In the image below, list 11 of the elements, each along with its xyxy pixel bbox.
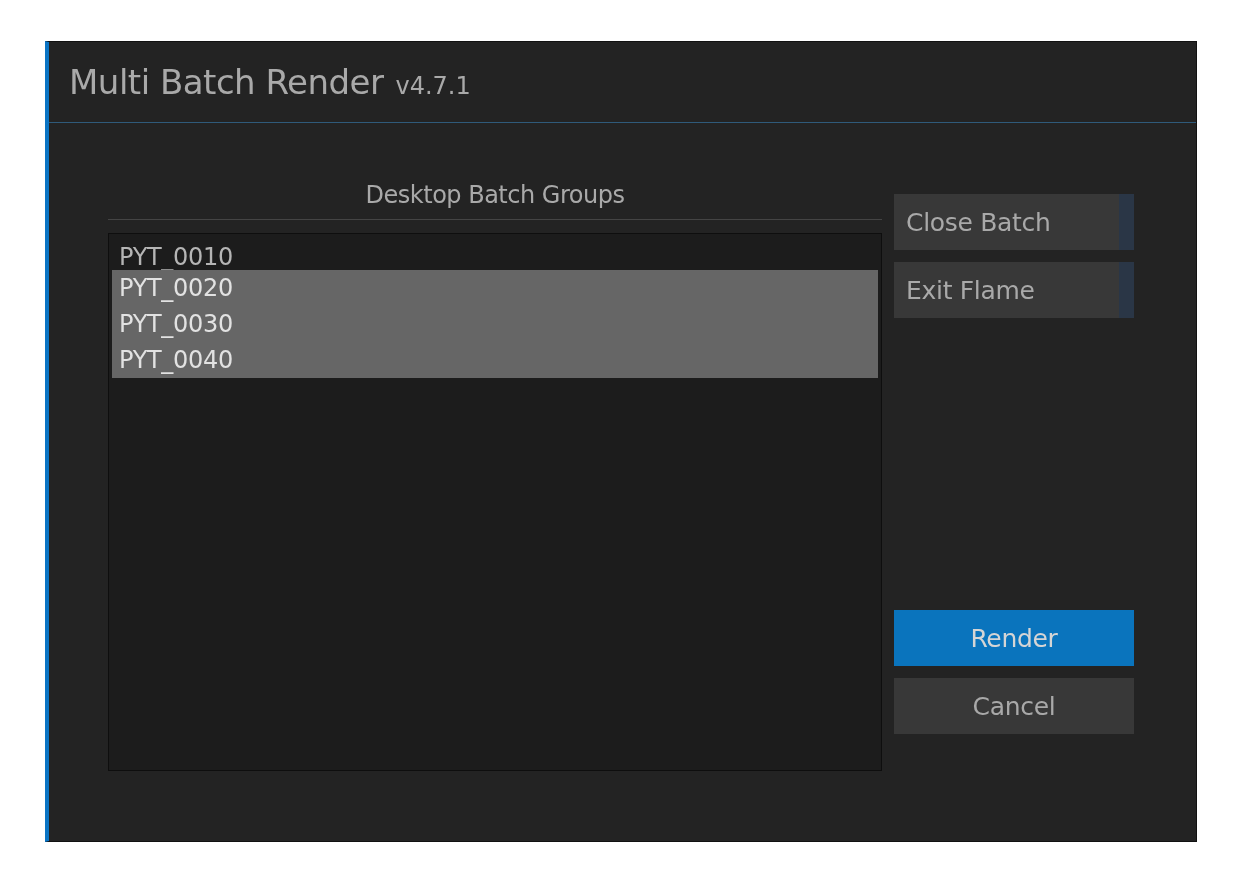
list-item[interactable]: PYT_0040 — [112, 342, 878, 378]
option-button[interactable]: Close Batch — [894, 194, 1134, 250]
option-button[interactable]: Exit Flame — [894, 262, 1134, 318]
render-button[interactable]: Render — [894, 610, 1134, 666]
version-label: v4.7.1 — [395, 72, 471, 100]
window-title: Multi Batch Render — [69, 62, 384, 102]
list-item[interactable]: PYT_0010 — [112, 237, 878, 270]
list-heading: Desktop Batch Groups — [108, 181, 882, 220]
cancel-button[interactable]: Cancel — [894, 678, 1134, 734]
list-item[interactable]: PYT_0020 — [112, 270, 878, 306]
list-item[interactable]: PYT_0030 — [112, 306, 878, 342]
